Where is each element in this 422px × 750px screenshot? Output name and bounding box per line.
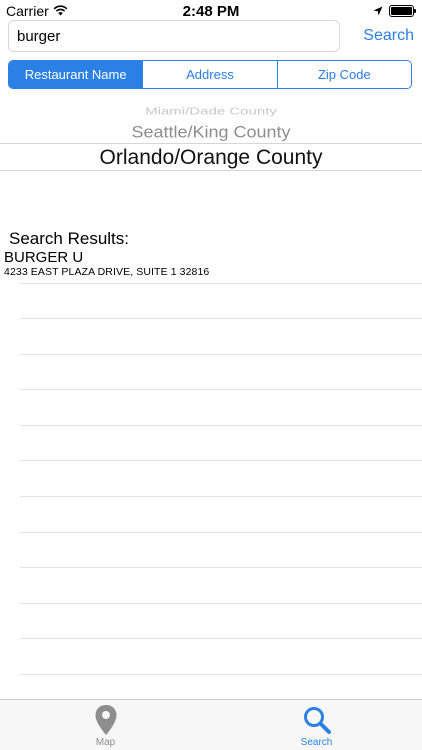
segment-restaurant-name[interactable]: Restaurant Name bbox=[9, 61, 144, 88]
list-separator bbox=[20, 283, 422, 284]
status-right bbox=[373, 3, 416, 19]
result-name[interactable]: BURGER U bbox=[4, 249, 83, 266]
search-button[interactable]: Search bbox=[348, 24, 414, 48]
picker-selection-line-top bbox=[0, 143, 422, 144]
list-separator bbox=[20, 425, 422, 426]
list-separator bbox=[20, 389, 422, 390]
list-separator bbox=[20, 532, 422, 533]
search-icon bbox=[302, 704, 332, 736]
segment-address[interactable]: Address bbox=[143, 61, 278, 88]
map-pin-icon bbox=[91, 704, 121, 736]
picker-item-orlando-orange[interactable]: Orlando/Orange County bbox=[0, 146, 422, 170]
segment-zip-code[interactable]: Zip Code bbox=[277, 61, 411, 88]
picker-item-miami-dade[interactable]: Miami/Dade County bbox=[0, 106, 422, 118]
search-row: Search bbox=[8, 20, 414, 52]
list-separator bbox=[20, 603, 422, 604]
list-separator bbox=[20, 354, 422, 355]
tab-map[interactable]: Map bbox=[0, 700, 211, 750]
search-results-heading: Search Results: bbox=[9, 229, 129, 248]
list-separator bbox=[20, 638, 422, 639]
battery-icon bbox=[389, 5, 416, 17]
list-separator bbox=[20, 318, 422, 319]
list-separator bbox=[20, 567, 422, 568]
tab-bar: Map Search bbox=[0, 699, 422, 750]
list-separator bbox=[20, 496, 422, 497]
county-picker[interactable]: Miami/Dade County Seattle/King County Or… bbox=[0, 100, 422, 180]
search-screen: Carrier 2:48 PM Search Restaurant Nam bbox=[0, 0, 422, 750]
list-separator bbox=[20, 460, 422, 461]
result-address[interactable]: 4233 EAST PLAZA DRIVE, SUITE 1 32816 bbox=[4, 266, 209, 278]
list-separator bbox=[20, 674, 422, 675]
search-type-segmented-control: Restaurant Name Address Zip Code bbox=[8, 60, 412, 89]
picker-item-seattle-king[interactable]: Seattle/King County bbox=[0, 123, 422, 142]
location-arrow-icon bbox=[373, 3, 383, 19]
search-input[interactable] bbox=[8, 20, 340, 52]
picker-selection-line-bottom bbox=[0, 170, 422, 171]
tab-search-label: Search bbox=[300, 737, 333, 748]
status-time: 2:48 PM bbox=[182, 3, 240, 20]
status-bar: Carrier 2:48 PM bbox=[0, 0, 422, 22]
tab-search[interactable]: Search bbox=[211, 700, 422, 750]
tab-map-label: Map bbox=[95, 737, 116, 748]
